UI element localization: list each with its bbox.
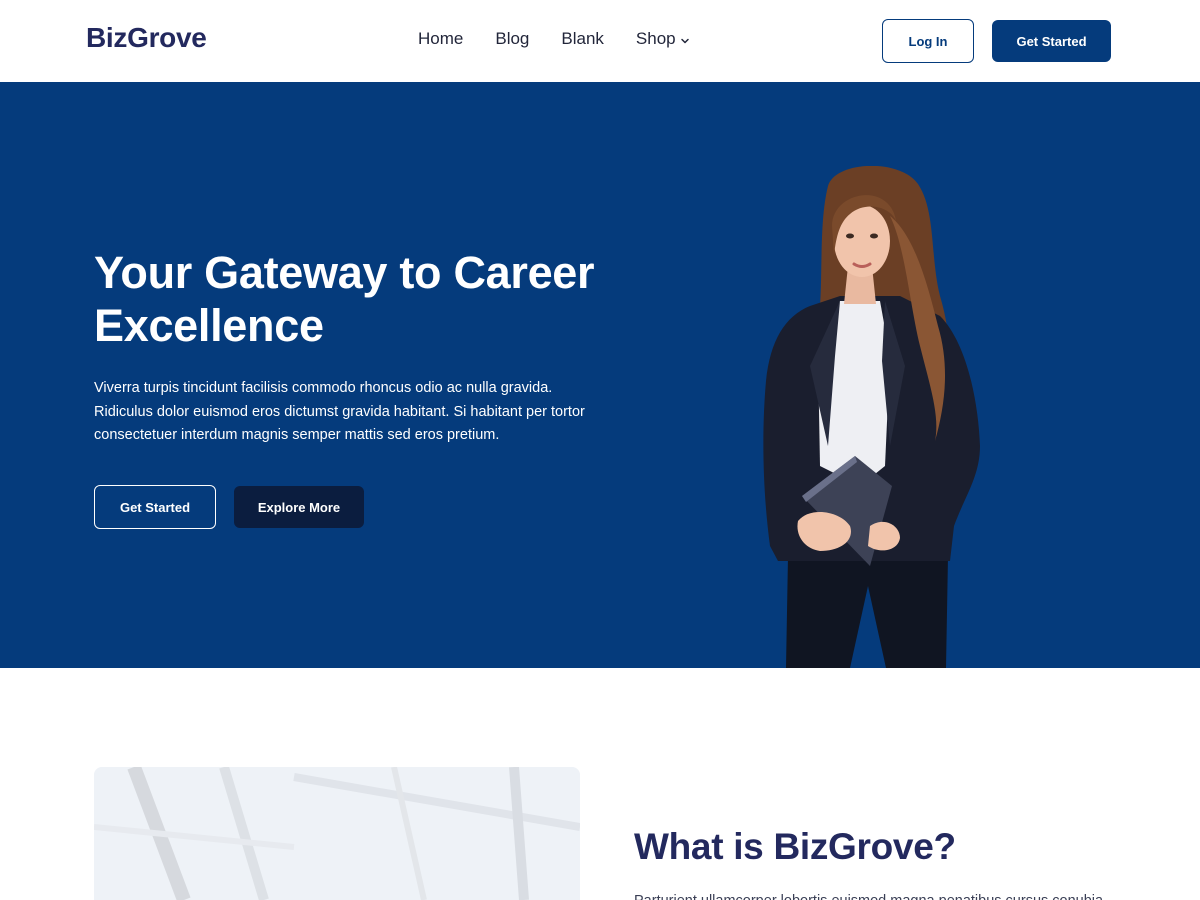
hero-title: Your Gateway to Career Excellence <box>94 247 595 351</box>
site-logo[interactable]: BizGrove <box>86 22 207 54</box>
glass-ceiling-graphic <box>94 767 580 900</box>
chevron-down-icon <box>680 38 689 43</box>
site-header: BizGrove Home Blog Blank Shop Log In Get… <box>0 0 1200 82</box>
explore-more-button[interactable]: Explore More <box>234 486 364 528</box>
hero-section: Your Gateway to Career Excellence Viverr… <box>0 82 1200 668</box>
nav-item-shop[interactable]: Shop <box>636 29 690 49</box>
nav-item-label: Blank <box>561 29 604 48</box>
nav-item-label: Home <box>418 29 464 48</box>
building-image <box>94 767 580 900</box>
businesswoman-image <box>763 166 980 668</box>
nav-item-label: Shop <box>635 29 676 48</box>
about-description: Parturient ullamcorper lobortis euismod … <box>634 890 1114 900</box>
hero-get-started-button[interactable]: Get Started <box>94 485 216 529</box>
hero-description: Viverra turpis tincidunt facilisis commo… <box>94 380 585 443</box>
nav-item-blog[interactable]: Blog <box>495 29 529 49</box>
nav-item-label: Blog <box>495 29 530 48</box>
main-nav: Home Blog Blank Shop <box>418 29 690 49</box>
nav-item-blank[interactable]: Blank <box>561 29 604 49</box>
get-started-button[interactable]: Get Started <box>992 20 1111 62</box>
nav-item-home[interactable]: Home <box>418 29 463 49</box>
about-title: What is BizGrove? <box>634 826 956 867</box>
login-button[interactable]: Log In <box>882 19 974 63</box>
